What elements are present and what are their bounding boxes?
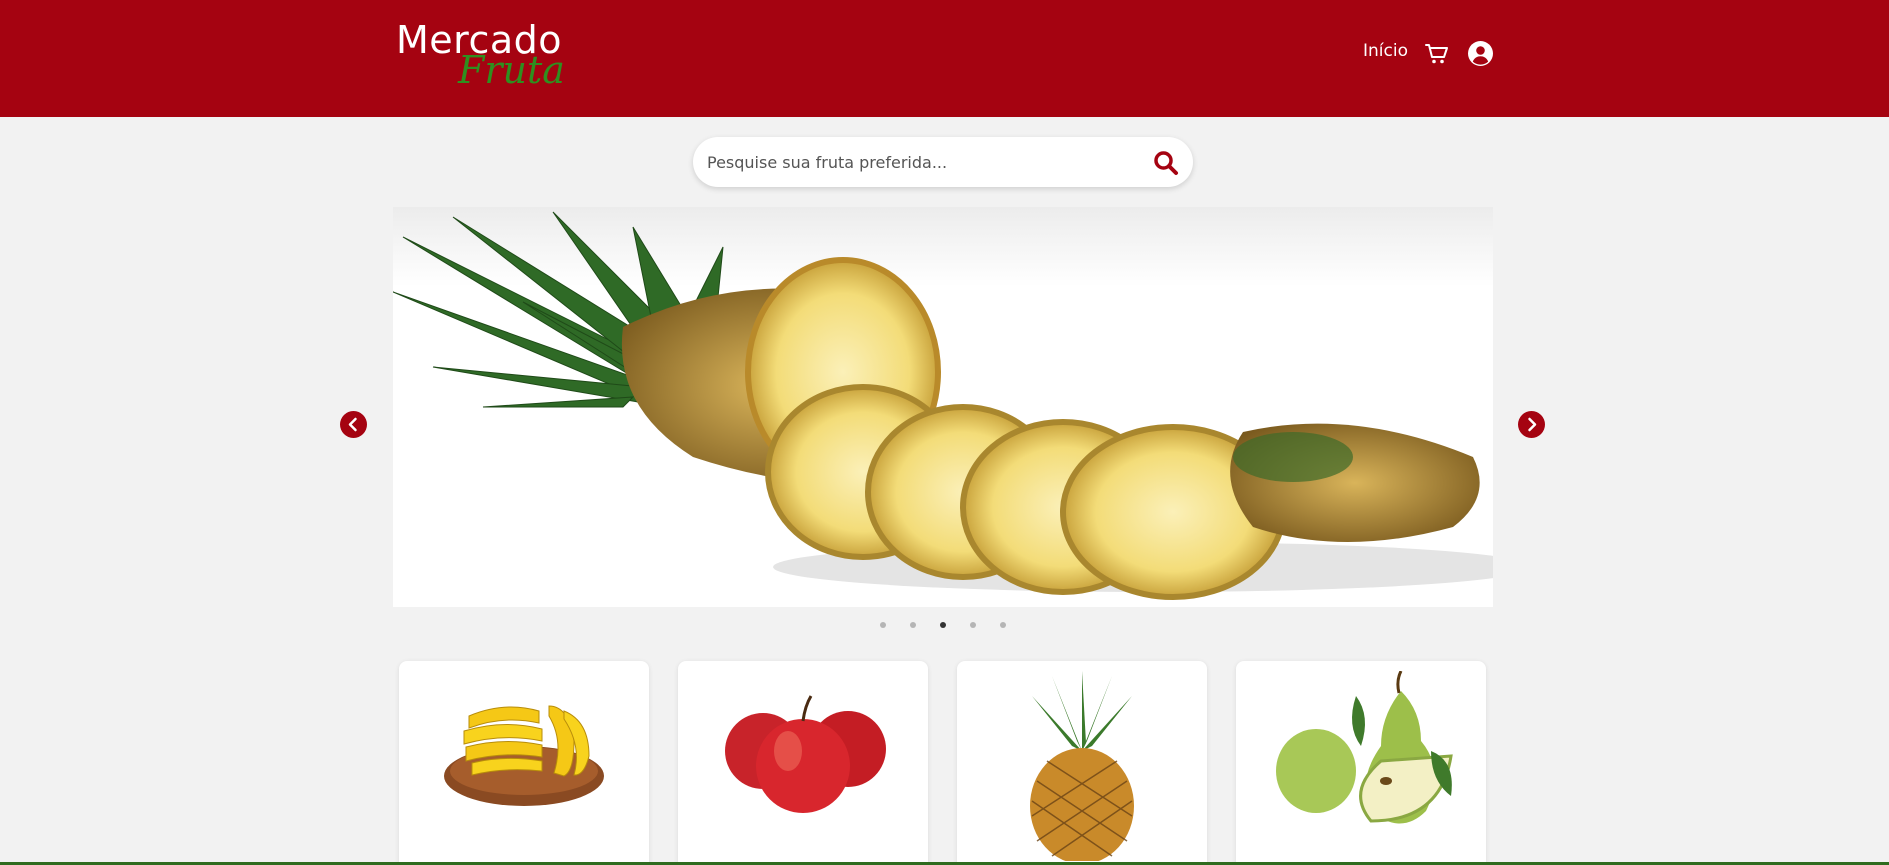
carousel-indicators [875,622,1015,630]
apple-image [725,695,886,813]
carousel-dot-2[interactable] [910,622,916,628]
pear-image [1276,671,1453,824]
carousel-dot-4[interactable] [970,622,976,628]
user-circle-icon[interactable] [1468,41,1493,66]
nav-home-link[interactable]: Início [1363,41,1408,61]
banana-image [444,705,604,806]
carousel-dot-3[interactable] [940,622,946,628]
logo-text-fruta: Fruta [458,48,565,92]
cart-icon[interactable] [1425,43,1449,65]
carousel-next-button[interactable] [1518,411,1545,438]
product-card-apple[interactable] [678,661,928,865]
search-icon[interactable] [1153,150,1179,176]
product-card-pineapple[interactable] [957,661,1207,865]
logo[interactable]: Mercado Fruta [396,18,586,92]
site-header: Mercado Fruta Início [0,0,1889,117]
product-card-pear[interactable] [1236,661,1486,865]
carousel-dot-1[interactable] [880,622,886,628]
search-input[interactable] [707,137,1127,187]
chevron-right-icon [1528,417,1537,432]
carousel-prev-button[interactable] [340,411,367,438]
carousel-slide[interactable] [393,207,1493,607]
pineapple-slices-image [393,211,1493,600]
carousel-dot-5[interactable] [1000,622,1006,628]
chevron-left-icon [348,417,357,432]
pineapple-image [1030,671,1134,861]
product-card-banana[interactable] [399,661,649,865]
search-bar [693,137,1193,187]
